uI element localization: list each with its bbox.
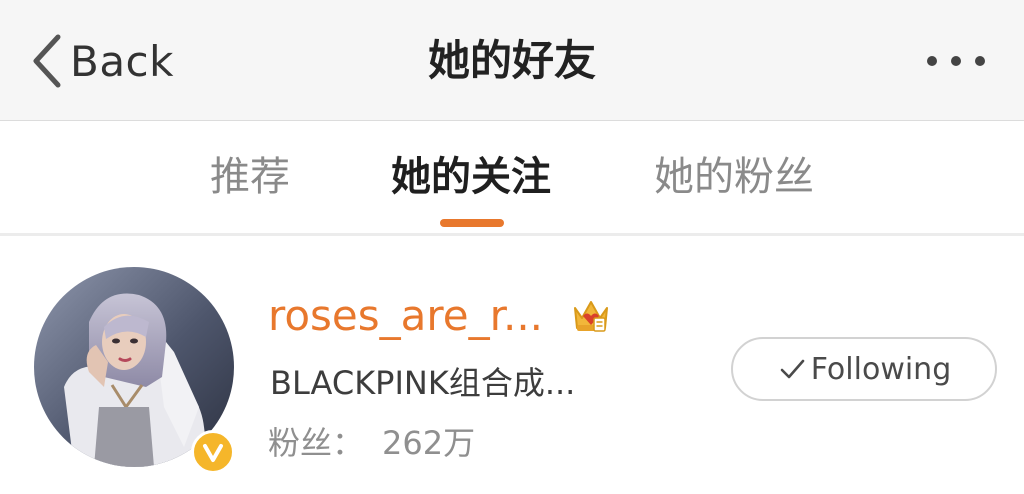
- back-button[interactable]: Back: [30, 30, 174, 92]
- tab-her-followers[interactable]: 她的粉丝: [640, 149, 828, 205]
- user-bio: BLACKPINK组合成...: [270, 364, 576, 402]
- tab-her-following[interactable]: 她的关注: [380, 149, 562, 205]
- checkmark-icon: [780, 359, 805, 379]
- active-tab-indicator: [440, 219, 504, 227]
- chevron-left-icon: [33, 34, 61, 88]
- more-button[interactable]: [912, 44, 1008, 78]
- verified-badge: [191, 430, 235, 474]
- user-name[interactable]: roses_are_r...: [268, 288, 543, 344]
- list-item[interactable]: roses_are_r... BLACKPINK组合成... 粉丝： 262万 F…: [0, 236, 1024, 494]
- back-label: Back: [70, 36, 174, 86]
- following-label: Following: [810, 351, 952, 387]
- following-button[interactable]: Following: [731, 337, 997, 401]
- tab-bar: 推荐 她的关注 她的粉丝: [0, 121, 1024, 236]
- navigation-bar: Back 她的好友: [0, 0, 1024, 121]
- followers-value: 262万: [382, 424, 476, 462]
- verified-v-icon: [203, 444, 223, 462]
- crown-icon: [574, 301, 608, 332]
- more-dots-icon: [927, 56, 985, 66]
- followers-label: 粉丝：: [268, 424, 365, 462]
- followers-count: 粉丝： 262万: [268, 420, 475, 466]
- tab-recommended[interactable]: 推荐: [190, 149, 310, 205]
